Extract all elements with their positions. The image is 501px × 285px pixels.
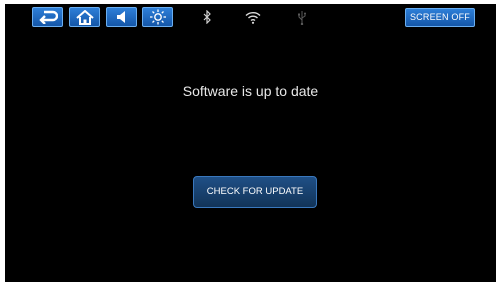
home-icon [75,9,94,25]
screen-off-button[interactable]: SCREEN OFF [405,8,475,27]
back-button[interactable] [32,7,63,27]
back-icon [38,10,58,24]
brightness-button[interactable] [142,7,173,27]
brightness-icon [149,9,167,25]
check-for-update-button[interactable]: CHECK FOR UPDATE [193,176,317,208]
status-bar: SCREEN OFF [5,4,496,30]
wifi-icon [244,9,262,25]
volume-icon [115,10,129,24]
volume-button[interactable] [106,7,137,27]
bluetooth-icon [201,9,213,25]
device-screen: SCREEN OFF Software is up to date CHECK … [5,4,496,282]
update-status-message: Software is up to date [182,83,319,99]
home-button[interactable] [69,7,100,27]
usb-icon [296,9,308,25]
